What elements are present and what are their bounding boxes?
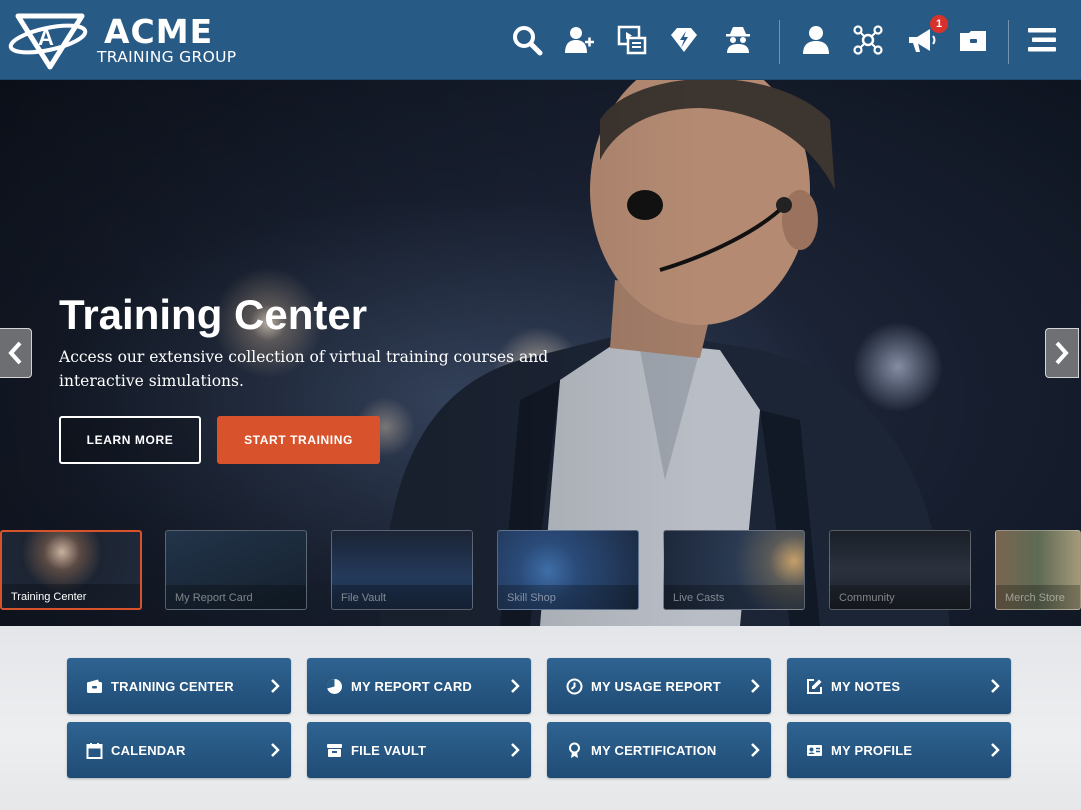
wallet-icon xyxy=(87,679,102,693)
quick-link-file-vault[interactable]: FILE VAULT xyxy=(307,722,531,778)
thumbnail-label: Community xyxy=(839,592,895,604)
folder-icon[interactable] xyxy=(953,20,993,60)
thumbnail-label: Skill Shop xyxy=(507,592,556,604)
quick-link-my-report-card[interactable]: MY REPORT CARD xyxy=(307,658,531,714)
thumbnail-label: Training Center xyxy=(11,591,87,603)
award-icon xyxy=(569,742,580,758)
hero-description: Access our extensive collection of virtu… xyxy=(59,348,549,390)
quick-link-calendar[interactable]: CALENDAR xyxy=(67,722,291,778)
thumbnail-training-center[interactable]: Training Center xyxy=(0,530,142,610)
quick-link-label: CALENDAR xyxy=(111,743,186,758)
start-training-button[interactable]: START TRAINING xyxy=(217,416,380,464)
clock-icon xyxy=(566,678,583,695)
brand-subtitle: TRAINING GROUP xyxy=(97,48,237,66)
quick-link-my-profile[interactable]: MY PROFILE xyxy=(787,722,1011,778)
acme-logo[interactable]: A ACME TRAINING GROUP xyxy=(8,12,258,70)
chevron-right-icon xyxy=(271,743,280,757)
calendar-icon xyxy=(86,743,103,759)
chevron-right-icon xyxy=(751,679,760,693)
add-user-icon[interactable] xyxy=(559,20,599,60)
chevron-right-icon xyxy=(511,679,520,693)
search-icon[interactable] xyxy=(507,20,547,60)
user-icon[interactable] xyxy=(796,20,836,60)
learn-more-button[interactable]: LEARN MORE xyxy=(59,416,201,464)
media-library-icon[interactable] xyxy=(612,20,652,60)
chevron-right-icon xyxy=(991,679,1000,693)
carousel-prev-button[interactable] xyxy=(0,328,32,378)
thumbnail-file-vault[interactable]: File Vault xyxy=(331,530,473,610)
carousel-next-button[interactable] xyxy=(1045,328,1079,378)
quick-link-my-certification[interactable]: MY CERTIFICATION xyxy=(547,722,771,778)
quick-link-my-notes[interactable]: MY NOTES xyxy=(787,658,1011,714)
top-header: A ACME TRAINING GROUP 1 xyxy=(0,0,1081,80)
thumbnail-label: File Vault xyxy=(341,592,387,604)
thumbnail-label: Live Casts xyxy=(673,592,725,604)
quick-link-my-usage-report[interactable]: MY USAGE REPORT xyxy=(547,658,771,714)
brand-name: ACME xyxy=(104,12,214,51)
quick-link-label: MY USAGE REPORT xyxy=(591,679,721,694)
quick-link-label: MY REPORT CARD xyxy=(351,679,473,694)
chevron-left-icon xyxy=(8,341,22,365)
edit-icon xyxy=(807,679,822,694)
hero-title: Training Center xyxy=(59,291,368,338)
thumbnail-label: Merch Store xyxy=(1005,592,1065,604)
header-divider xyxy=(779,20,780,64)
id-card-icon xyxy=(807,745,822,756)
pie-chart-icon xyxy=(326,678,342,694)
network-icon[interactable] xyxy=(848,20,888,60)
thumbnail-skill-shop[interactable]: Skill Shop xyxy=(497,530,639,610)
quick-links-section: TRAINING CENTER MY REPORT CARD MY USAGE … xyxy=(0,626,1081,810)
archive-icon xyxy=(327,744,342,757)
quick-link-label: FILE VAULT xyxy=(351,743,427,758)
quick-link-label: MY PROFILE xyxy=(831,743,913,758)
thumbnail-merch-store[interactable]: Merch Store xyxy=(995,530,1081,610)
quick-link-label: TRAINING CENTER xyxy=(111,679,234,694)
quick-link-label: MY NOTES xyxy=(831,679,901,694)
chevron-right-icon xyxy=(991,743,1000,757)
notification-badge: 1 xyxy=(930,15,948,33)
chevron-right-icon xyxy=(751,743,760,757)
spy-icon[interactable] xyxy=(718,20,758,60)
quick-link-label: MY CERTIFICATION xyxy=(591,743,717,758)
chevron-right-icon xyxy=(271,679,280,693)
chevron-right-icon xyxy=(511,743,520,757)
quick-link-training-center[interactable]: TRAINING CENTER xyxy=(67,658,291,714)
diamond-bolt-icon[interactable] xyxy=(664,20,704,60)
header-divider xyxy=(1008,20,1009,64)
hamburger-menu-icon[interactable] xyxy=(1022,20,1062,60)
thumbnail-my-report-card[interactable]: My Report Card xyxy=(165,530,307,610)
hero-banner: Training Center Access our extensive col… xyxy=(0,80,1081,626)
chevron-right-icon xyxy=(1055,341,1069,365)
acme-logo-mark-icon: A xyxy=(8,13,88,70)
svg-text:A: A xyxy=(38,25,54,50)
thumbnail-community[interactable]: Community xyxy=(829,530,971,610)
thumbnail-label: My Report Card xyxy=(175,592,253,604)
thumbnail-live-casts[interactable]: Live Casts xyxy=(663,530,805,610)
